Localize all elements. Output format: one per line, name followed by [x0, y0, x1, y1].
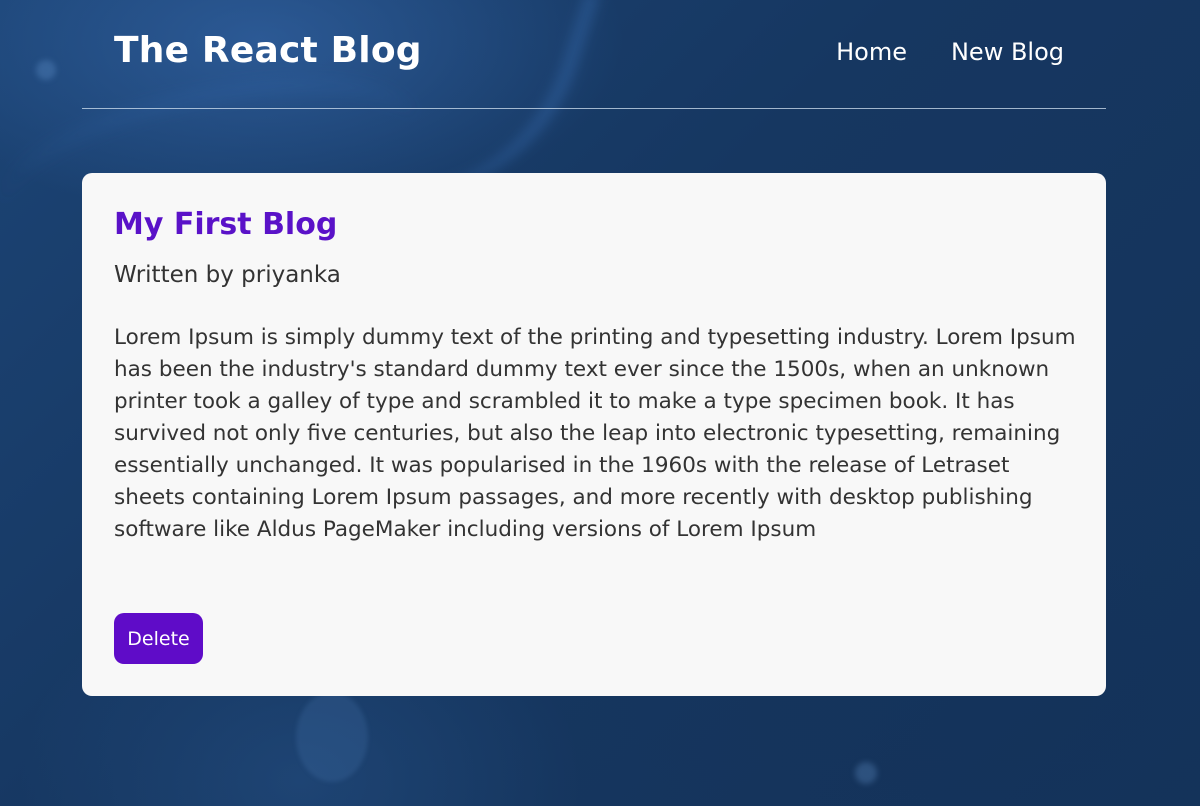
navbar: The React Blog Home New Blog: [82, 0, 1106, 109]
nav-link-new-blog[interactable]: New Blog: [951, 38, 1064, 66]
background-bokeh: [296, 692, 368, 782]
blog-title: My First Blog: [114, 207, 338, 242]
background-bokeh: [855, 762, 877, 784]
delete-button[interactable]: Delete: [114, 613, 203, 664]
site-title: The React Blog: [114, 30, 422, 71]
background-bokeh: [36, 60, 56, 80]
blog-author: Written by priyanka: [114, 262, 341, 288]
blog-body: Lorem Ipsum is simply dummy text of the …: [114, 325, 1076, 542]
blog-details-card: My First Blog Written by priyanka Lorem …: [82, 173, 1106, 696]
nav-link-home[interactable]: Home: [836, 38, 907, 66]
nav-links: Home New Blog: [836, 38, 1064, 66]
